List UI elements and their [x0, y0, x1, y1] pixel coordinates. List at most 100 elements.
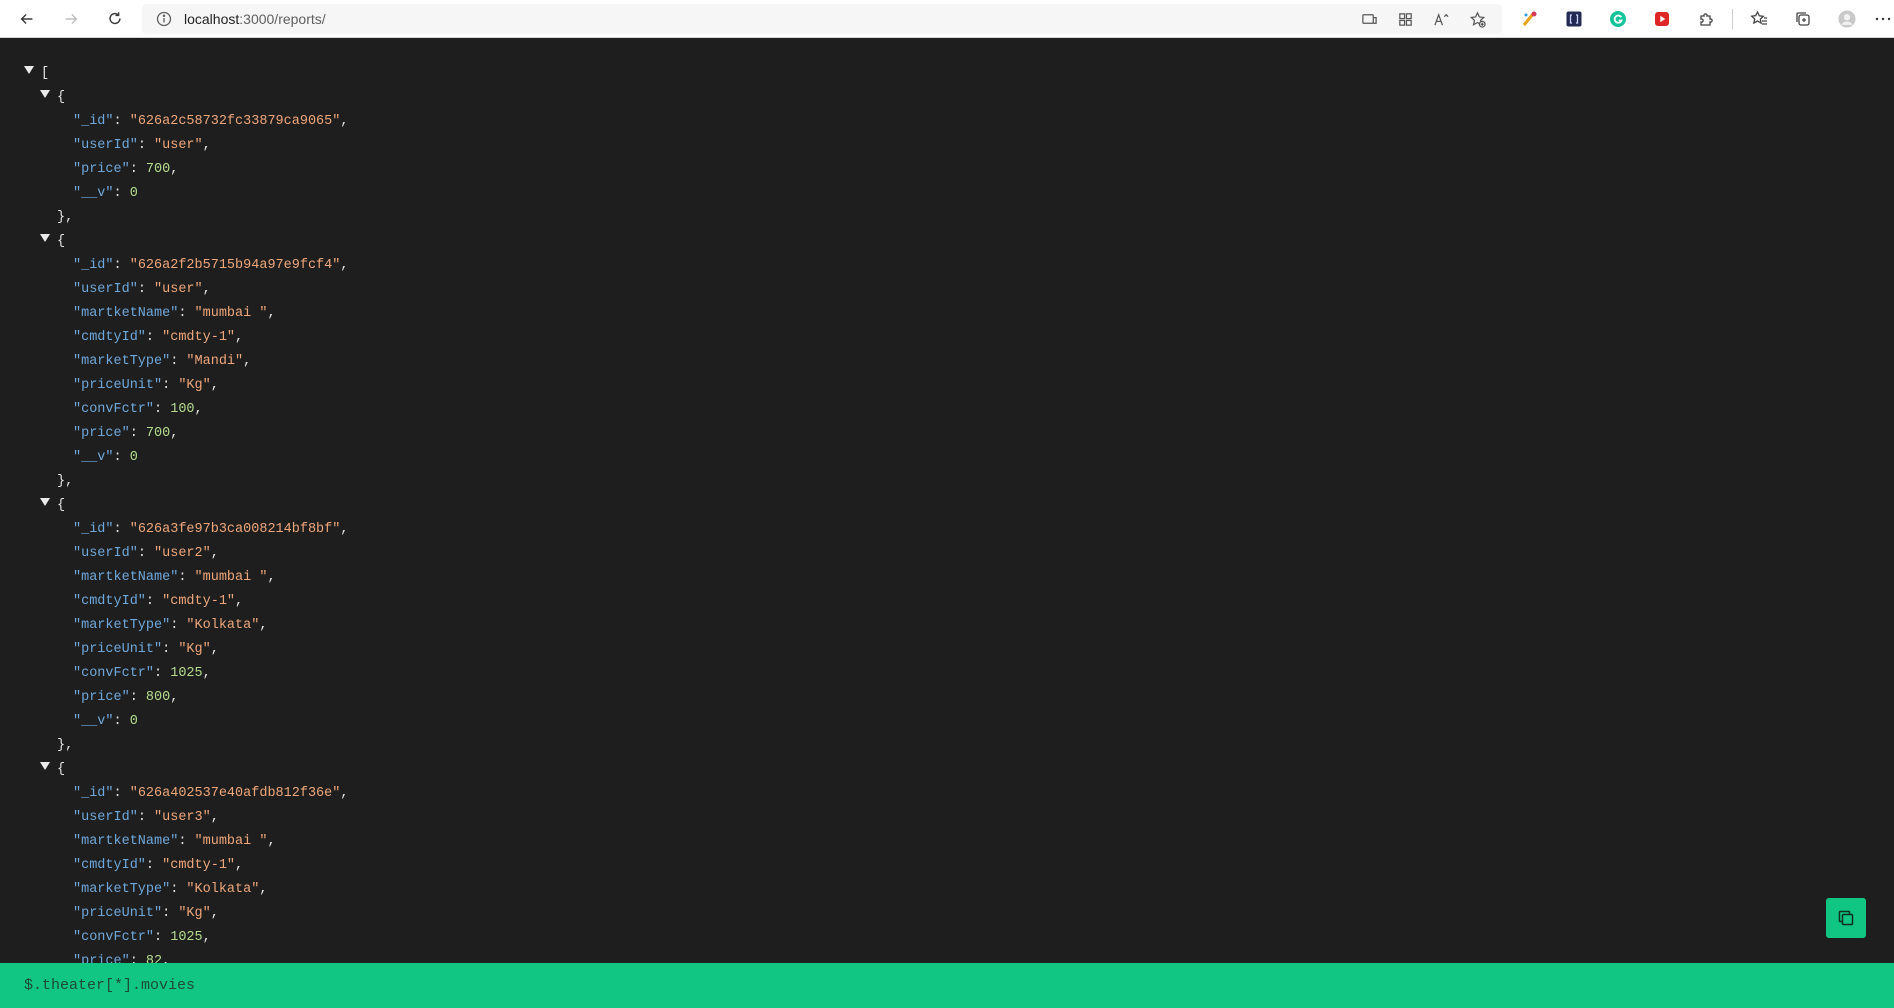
json-comma: , [170, 690, 179, 705]
extension-bracket-icon[interactable] [1556, 4, 1592, 34]
json-colon: : [154, 666, 171, 681]
json-value: "mumbai " [194, 570, 268, 585]
json-key: "userId" [73, 282, 138, 297]
back-arrow-icon[interactable] [9, 4, 45, 34]
extensions-puzzle-icon[interactable] [1688, 4, 1724, 34]
extension-color-icon[interactable] [1512, 4, 1548, 34]
site-info-icon[interactable] [156, 11, 172, 27]
json-property: "price": 82, [73, 950, 170, 963]
json-property: "convFctr": 100, [73, 398, 203, 422]
json-value: 0 [129, 186, 138, 201]
json-colon: : [154, 930, 171, 945]
json-comma: , [235, 858, 244, 873]
immersive-reader-icon[interactable] [1356, 9, 1382, 29]
grammarly-icon[interactable] [1600, 4, 1636, 34]
json-comma: , [243, 354, 252, 369]
collapse-toggle-icon[interactable] [40, 90, 50, 99]
json-property: "martketName": "mumbai ", [73, 830, 276, 854]
json-key: "_id" [73, 522, 114, 537]
collapse-toggle-icon[interactable] [24, 66, 34, 75]
json-array-open: [ [24, 62, 49, 86]
json-property: "priceUnit": "Kg", [73, 638, 219, 662]
json-value: "user3" [154, 810, 211, 825]
youtube-extension-icon[interactable] [1644, 4, 1680, 34]
json-value: "Kg" [178, 642, 211, 657]
json-comma: , [210, 546, 219, 561]
json-comma: , [340, 786, 349, 801]
json-property: "__v": 0 [73, 446, 138, 470]
json-comma: , [210, 378, 219, 393]
json-value: 700 [145, 426, 171, 441]
object-brace: { [57, 762, 66, 777]
json-colon: : [113, 186, 130, 201]
json-colon: : [178, 834, 195, 849]
json-key: "userId" [73, 138, 138, 153]
json-value: "cmdty-1" [162, 330, 236, 345]
json-key: "cmdtyId" [73, 594, 146, 609]
copy-json-button[interactable] [1826, 898, 1866, 938]
json-colon: : [178, 306, 195, 321]
json-comma: , [340, 114, 349, 129]
json-value: "Kg" [178, 378, 211, 393]
json-comma: , [210, 906, 219, 921]
json-value: "cmdty-1" [162, 594, 236, 609]
browser-toolbar: localhost:3000/reports/ [0, 0, 1894, 38]
json-colon: : [145, 330, 163, 345]
read-aloud-icon[interactable] [1428, 9, 1454, 29]
json-object-close: }, [57, 734, 73, 758]
json-object-open: { [40, 230, 65, 254]
collapse-toggle-icon[interactable] [40, 762, 50, 771]
refresh-icon[interactable] [97, 4, 133, 34]
json-colon: : [137, 282, 155, 297]
apps-icon[interactable] [1392, 9, 1418, 29]
json-colon: : [170, 882, 187, 897]
json-colon: : [113, 258, 130, 273]
forward-arrow-icon[interactable] [53, 4, 89, 34]
json-property: "marketType": "Kolkata", [73, 878, 267, 902]
json-key: "martketName" [73, 306, 179, 321]
json-value: "Kolkata" [186, 882, 260, 897]
collections-icon[interactable] [1785, 4, 1821, 34]
json-key: "_id" [73, 114, 114, 129]
json-colon: : [113, 450, 130, 465]
json-key: "marketType" [73, 618, 171, 633]
favorites-icon[interactable] [1741, 4, 1777, 34]
json-object-open: { [40, 86, 65, 110]
address-bar[interactable]: localhost:3000/reports/ [142, 4, 1502, 34]
json-value: "user" [154, 282, 203, 297]
collapse-toggle-icon[interactable] [40, 498, 50, 507]
json-comma: , [210, 810, 219, 825]
object-brace: }, [57, 210, 74, 225]
json-key: "priceUnit" [73, 378, 163, 393]
json-value: 0 [129, 714, 138, 729]
json-comma: , [267, 570, 276, 585]
json-comma: , [162, 954, 171, 963]
profile-avatar-icon[interactable] [1829, 4, 1865, 34]
json-colon: : [113, 786, 130, 801]
json-key: "convFctr" [73, 402, 155, 417]
json-comma: , [170, 426, 179, 441]
jsonpath-filter-bar [0, 963, 1894, 1008]
json-value: "626a2c58732fc33879ca9065" [129, 114, 341, 129]
json-comma: , [170, 162, 179, 177]
json-colon: : [145, 594, 163, 609]
json-colon: : [162, 378, 179, 393]
object-brace: { [57, 234, 66, 249]
json-comma: , [267, 834, 276, 849]
favorite-add-icon[interactable] [1464, 9, 1490, 29]
json-property: "__v": 0 [73, 182, 138, 206]
json-key: "price" [73, 162, 130, 177]
json-comma: , [235, 330, 244, 345]
json-comma: , [194, 402, 203, 417]
json-comma: , [202, 666, 211, 681]
jsonpath-filter-input[interactable] [24, 970, 1824, 1001]
more-menu-icon[interactable] [1873, 4, 1893, 34]
json-key: "marketType" [73, 354, 171, 369]
json-property: "userId": "user2", [73, 542, 219, 566]
json-colon: : [129, 954, 146, 963]
collapse-toggle-icon[interactable] [40, 234, 50, 243]
json-value: 800 [145, 690, 171, 705]
json-property: "userId": "user", [73, 134, 211, 158]
json-value: "cmdty-1" [162, 858, 236, 873]
json-key: "price" [73, 954, 130, 963]
